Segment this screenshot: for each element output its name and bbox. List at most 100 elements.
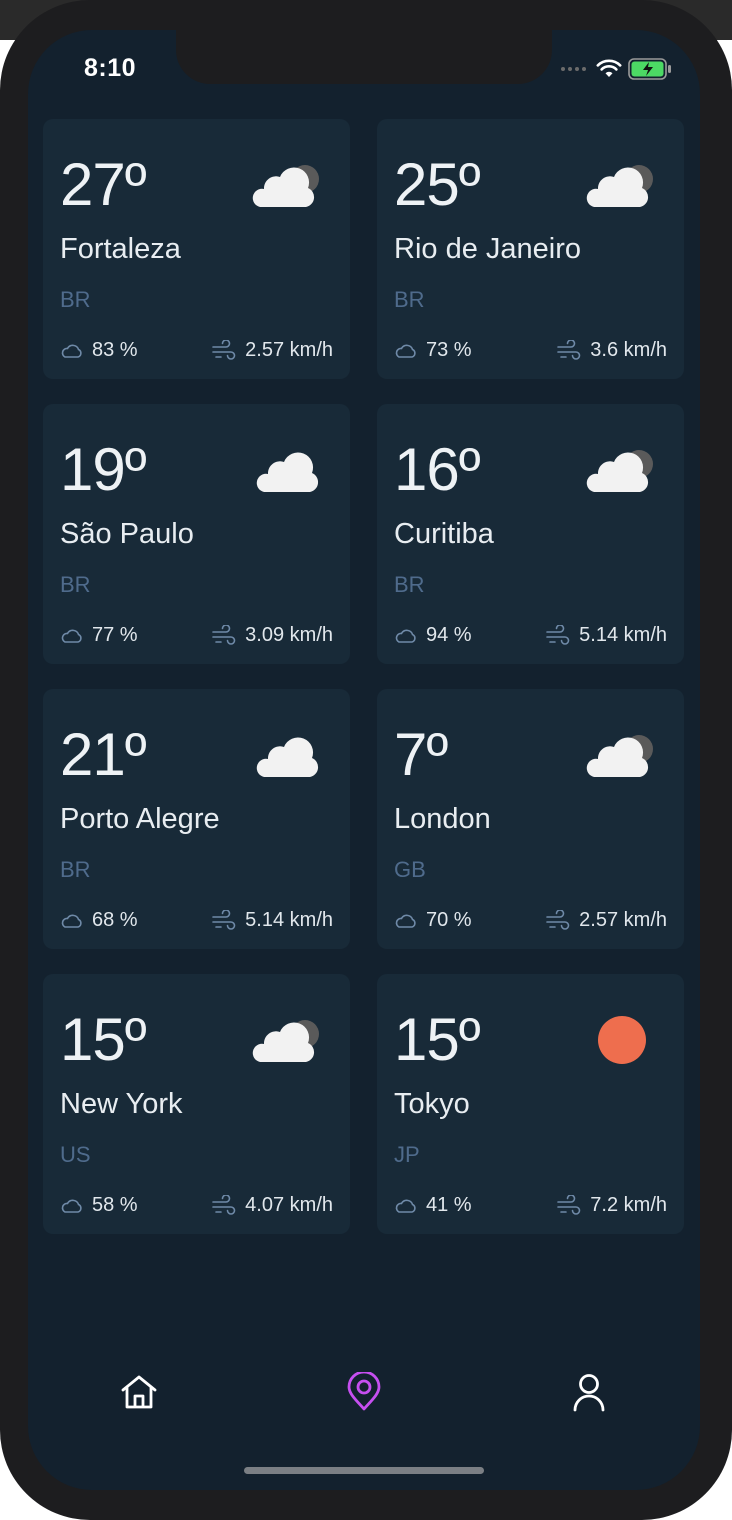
- tab-profile[interactable]: [567, 1370, 611, 1414]
- weather-card[interactable]: 25º Rio de Janeiro BR 73 % 3.6 km/h: [377, 119, 684, 379]
- city-name: Rio de Janeiro: [394, 233, 581, 265]
- country-code: BR: [394, 572, 425, 597]
- weather-card[interactable]: 7º London GB 70 % 2.57 km/h: [377, 689, 684, 949]
- country-code: BR: [60, 857, 91, 882]
- weather-grid: 27º Fortaleza BR 83 % 2.57 km/h 25º Rio de Jan…: [43, 119, 684, 1234]
- humidity-cloud-icon: [394, 343, 418, 359]
- location-pin-icon: [347, 1372, 381, 1411]
- metrics-row: 58 % 4.07 km/h: [60, 1194, 333, 1217]
- wind-value: 3.6 km/h: [590, 339, 667, 361]
- country-code: JP: [394, 1142, 420, 1167]
- temperature: 25º: [394, 151, 481, 218]
- wind-value: 4.07 km/h: [245, 1194, 333, 1216]
- weather-card[interactable]: 21º Porto Alegre BR 68 % 5.14 km/h: [43, 689, 350, 949]
- humidity-cloud-icon: [394, 913, 418, 929]
- cloud-with-dark-cloud-icon: [248, 159, 328, 213]
- weather-card[interactable]: 27º Fortaleza BR 83 % 2.57 km/h: [43, 119, 350, 379]
- home-indicator[interactable]: [244, 1467, 484, 1474]
- humidity: 70 %: [394, 909, 472, 932]
- wind-icon: [556, 339, 582, 362]
- temperature: 21º: [60, 721, 147, 788]
- wind: 3.6 km/h: [556, 339, 667, 362]
- cloud-with-dark-cloud-icon: [248, 1014, 328, 1068]
- city-name: São Paulo: [60, 518, 194, 550]
- wind: 4.07 km/h: [211, 1194, 333, 1217]
- temperature: 16º: [394, 436, 481, 503]
- temperature: 15º: [60, 1006, 147, 1073]
- status-time: 8:10: [84, 54, 137, 82]
- humidity-cloud-icon: [60, 913, 84, 929]
- wind-value: 5.14 km/h: [245, 909, 333, 931]
- metrics-row: 94 % 5.14 km/h: [394, 624, 667, 647]
- country-code: BR: [60, 572, 91, 597]
- weather-card[interactable]: 15º Tokyo JP 41 % 7.2 km/h: [377, 974, 684, 1234]
- humidity-cloud-icon: [60, 343, 84, 359]
- wind-value: 2.57 km/h: [579, 909, 667, 931]
- wind-icon: [211, 339, 237, 362]
- city-name: New York: [60, 1088, 183, 1120]
- temperature: 27º: [60, 151, 147, 218]
- cloud-icon: [248, 444, 328, 498]
- temperature: 19º: [60, 436, 147, 503]
- phone-frame: 8:10 27º Fortaleza BR 83 % 2.57 km/h 25º Rio d…: [0, 0, 732, 1520]
- wind-icon: [545, 624, 571, 647]
- wind-icon: [211, 624, 237, 647]
- metrics-row: 83 % 2.57 km/h: [60, 339, 333, 362]
- cloud-with-dark-cloud-icon: [582, 159, 662, 213]
- metrics-row: 77 % 3.09 km/h: [60, 624, 333, 647]
- wind: 3.09 km/h: [211, 624, 333, 647]
- wind-value: 3.09 km/h: [245, 624, 333, 646]
- humidity: 58 %: [60, 1194, 138, 1217]
- wind: 2.57 km/h: [211, 339, 333, 362]
- wind: 5.14 km/h: [211, 909, 333, 932]
- wind: 7.2 km/h: [556, 1194, 667, 1217]
- wind-icon: [545, 909, 571, 932]
- cloud-with-dark-cloud-icon: [582, 444, 662, 498]
- humidity-value: 73 %: [426, 339, 472, 361]
- humidity-cloud-icon: [60, 628, 84, 644]
- humidity-value: 58 %: [92, 1194, 138, 1216]
- weather-card[interactable]: 19º São Paulo BR 77 % 3.09 km/h: [43, 404, 350, 664]
- wind-value: 2.57 km/h: [245, 339, 333, 361]
- wind-icon: [211, 1194, 237, 1217]
- country-code: GB: [394, 857, 426, 882]
- temperature: 15º: [394, 1006, 481, 1073]
- humidity-cloud-icon: [394, 628, 418, 644]
- wifi-icon: [596, 59, 622, 77]
- wind: 5.14 km/h: [545, 624, 667, 647]
- humidity: 68 %: [60, 909, 138, 932]
- wind-value: 5.14 km/h: [579, 624, 667, 646]
- home-icon: [121, 1375, 157, 1409]
- weather-card[interactable]: 15º New York US 58 % 4.07 km/h: [43, 974, 350, 1234]
- city-name: Curitiba: [394, 518, 494, 550]
- humidity-value: 68 %: [92, 909, 138, 931]
- tab-bar: [28, 1370, 700, 1430]
- wind-value: 7.2 km/h: [590, 1194, 667, 1216]
- temperature: 7º: [394, 721, 448, 788]
- tab-home[interactable]: [117, 1370, 161, 1414]
- cloud-icon: [248, 729, 328, 783]
- wind: 2.57 km/h: [545, 909, 667, 932]
- humidity-value: 77 %: [92, 624, 138, 646]
- city-name: Tokyo: [394, 1088, 470, 1120]
- humidity-value: 94 %: [426, 624, 472, 646]
- user-icon: [573, 1374, 605, 1412]
- cellular-signal-icon: [561, 67, 586, 71]
- country-code: BR: [394, 287, 425, 312]
- weather-card[interactable]: 16º Curitiba BR 94 % 5.14 km/h: [377, 404, 684, 664]
- app-screen: 8:10 27º Fortaleza BR 83 % 2.57 km/h 25º Rio d…: [28, 30, 700, 1490]
- tab-locations[interactable]: [342, 1370, 386, 1414]
- metrics-row: 68 % 5.14 km/h: [60, 909, 333, 932]
- country-code: BR: [60, 287, 91, 312]
- notch: [176, 30, 552, 84]
- city-name: Porto Alegre: [60, 803, 220, 835]
- humidity-value: 41 %: [426, 1194, 472, 1216]
- metrics-row: 70 % 2.57 km/h: [394, 909, 667, 932]
- humidity-value: 83 %: [92, 339, 138, 361]
- wind-icon: [556, 1194, 582, 1217]
- metrics-row: 73 % 3.6 km/h: [394, 339, 667, 362]
- humidity: 41 %: [394, 1194, 472, 1217]
- status-icons: [561, 58, 672, 80]
- humidity: 83 %: [60, 339, 138, 362]
- battery-charging-icon: [628, 58, 671, 80]
